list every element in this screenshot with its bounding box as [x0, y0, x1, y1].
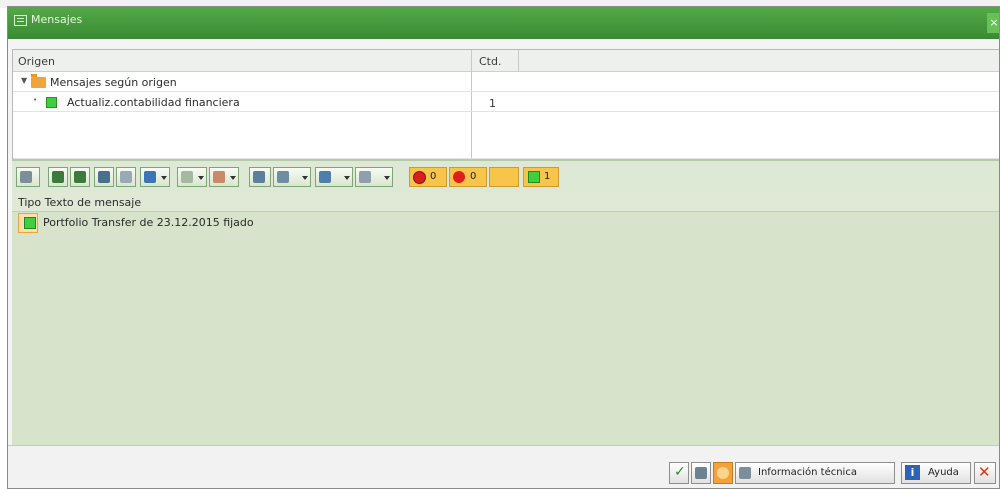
green-status-icon	[46, 97, 57, 108]
glasses-icon	[20, 171, 32, 183]
folder-icon	[31, 74, 46, 88]
cancel-button[interactable]: ✕	[974, 462, 996, 484]
dropdown-arrow-icon	[384, 176, 390, 180]
export-button[interactable]	[315, 167, 353, 187]
warning-filter-button[interactable]	[489, 167, 519, 187]
origin-tree-table: Origen Ctd. ▼ Mensajes según origen • Ac…	[12, 49, 999, 160]
message-text: Portfolio Transfer de 23.12.2015 fijado	[43, 216, 254, 229]
stop-filter-button[interactable]: 0	[409, 167, 447, 187]
checkmark-icon: ✓	[674, 464, 686, 480]
sort-descending-icon	[74, 171, 86, 183]
dropdown-arrow-icon	[302, 176, 308, 180]
dropdown-arrow-icon	[230, 176, 236, 180]
help-label: Ayuda	[928, 467, 959, 478]
longtext-icon	[717, 467, 729, 479]
help-button[interactable]: i Ayuda	[901, 462, 971, 484]
find-button[interactable]	[94, 167, 114, 187]
column-header-origen[interactable]: Origen	[18, 55, 55, 68]
dialog-titlebar: Mensajes ×	[8, 7, 999, 39]
sort-ascending-icon	[52, 171, 64, 183]
sum-icon	[181, 171, 193, 183]
error-icon	[453, 171, 465, 183]
error-filter-button[interactable]: 0	[449, 167, 487, 187]
success-icon	[528, 171, 540, 183]
cancel-x-icon: ✕	[978, 463, 991, 481]
tree-row-root[interactable]: ▼ Mensajes según origen	[13, 73, 999, 92]
detail-button[interactable]	[691, 462, 711, 484]
message-row[interactable]: Portfolio Transfer de 23.12.2015 fijado	[18, 213, 308, 233]
stop-icon	[413, 171, 426, 184]
filter-button[interactable]	[140, 167, 170, 187]
glasses-icon	[739, 467, 751, 479]
column-divider[interactable]	[518, 50, 519, 72]
binoculars-next-icon	[120, 171, 132, 183]
tree-row-label: Mensajes según origen	[50, 76, 177, 89]
column-header-ctd[interactable]: Ctd.	[479, 55, 501, 68]
tree-header: Origen Ctd.	[13, 50, 999, 72]
dialog-title: Mensajes	[31, 13, 83, 26]
subtotal-icon	[213, 171, 225, 183]
layout-grid-icon	[359, 171, 371, 183]
tree-empty-area	[13, 113, 999, 159]
export-icon	[319, 171, 331, 183]
stop-count: 0	[430, 171, 437, 182]
column-header-tipo-texto[interactable]: Tipo Texto de mensaje	[18, 196, 141, 209]
dropdown-arrow-icon	[198, 176, 204, 180]
success-filter-button[interactable]: 1	[523, 167, 559, 187]
view-icon	[277, 171, 289, 183]
technical-information-button[interactable]: Información técnica	[735, 462, 895, 484]
window-icon	[14, 15, 27, 26]
subtotal-button[interactable]	[209, 167, 239, 187]
long-text-button[interactable]	[713, 462, 733, 484]
continue-button[interactable]: ✓	[669, 462, 689, 484]
print-preview-button[interactable]	[249, 167, 271, 187]
sort-ascending-button[interactable]	[48, 167, 68, 187]
view-button[interactable]	[273, 167, 311, 187]
dropdown-arrow-icon	[344, 176, 350, 180]
filter-icon	[144, 171, 156, 183]
messages-dialog: Mensajes × Origen Ctd. ▼ Mensajes según …	[7, 6, 1000, 489]
success-message-icon	[24, 217, 36, 229]
dropdown-arrow-icon	[161, 176, 167, 180]
find-next-button[interactable]	[116, 167, 136, 187]
print-icon	[253, 171, 265, 183]
success-count: 1	[544, 171, 551, 182]
message-list-header: Tipo Texto de mensaje	[12, 192, 999, 212]
layout-button[interactable]	[355, 167, 393, 187]
error-count: 0	[470, 171, 477, 182]
collapse-arrow-icon[interactable]: ▼	[21, 76, 27, 85]
technical-information-label: Información técnica	[758, 467, 857, 478]
magnifier-icon	[695, 467, 707, 479]
tree-row-child[interactable]: • Actualiz.contabilidad financiera 1	[13, 93, 999, 112]
tree-row-label: Actualiz.contabilidad financiera	[67, 96, 240, 109]
technical-info-button[interactable]	[16, 167, 40, 187]
info-icon: i	[905, 465, 920, 480]
tree-row-count: 1	[489, 97, 496, 110]
message-list-toolbar: 0 0 1	[12, 159, 999, 192]
message-list: Tipo Texto de mensaje Portfolio Transfer…	[12, 192, 999, 445]
total-button[interactable]	[177, 167, 207, 187]
binoculars-icon	[98, 171, 110, 183]
dialog-footer: ✓ Información técnica i Ayuda ✕	[8, 445, 999, 488]
leaf-bullet-icon: •	[33, 96, 38, 104]
sort-descending-button[interactable]	[70, 167, 90, 187]
close-icon[interactable]: ×	[987, 13, 999, 33]
